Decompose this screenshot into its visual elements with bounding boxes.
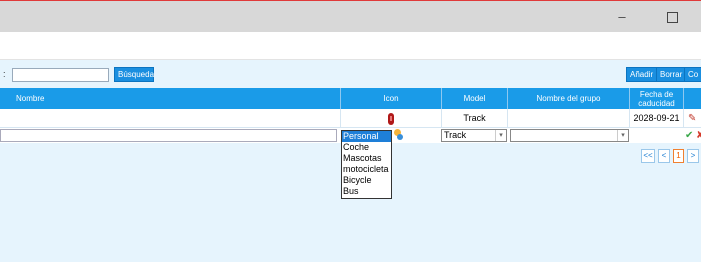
column-header-group[interactable]: Nombre del grupo [508,88,630,109]
dropdown-option-bus[interactable]: Bus [342,186,391,197]
person-icon [388,113,394,125]
table-header: Nombre Icon Model Nombre del grupo Fecha… [0,88,701,109]
nombre-input[interactable] [0,129,337,142]
column-header-model[interactable]: Model [442,88,508,109]
cell-icon [341,109,442,128]
group-select[interactable]: ▾ [510,129,629,142]
model-select[interactable]: Track ▾ [441,129,507,142]
pager-first-button[interactable]: << [641,149,655,163]
dropdown-option-bicycle[interactable]: Bicycle [342,175,391,186]
minimize-button[interactable]: – [612,9,632,25]
chevron-down-icon[interactable]: ▾ [495,130,506,141]
dropdown-option-coche[interactable]: Coche [342,142,391,153]
cell-fecha: 2028-09-21 [630,109,684,128]
delete-button[interactable]: Borrar [656,67,687,82]
chevron-down-icon[interactable]: ▾ [617,130,628,141]
dropdown-option-mascotas[interactable]: Mascotas [342,153,391,164]
column-header-icon[interactable]: Icon [341,88,442,109]
maximize-button[interactable] [662,9,682,25]
column-header-actions [684,88,701,109]
search-label: : [3,69,6,79]
add-button[interactable]: Añadir [626,67,658,82]
window-titlebar: – [0,0,701,32]
cell-nombre [0,109,341,128]
dropdown-option-motocicleta[interactable]: motocicleta [342,164,391,175]
address-bar-area [0,32,701,60]
pager-prev-button[interactable]: < [658,149,670,163]
pager-next-button[interactable]: > [687,149,699,163]
cell-model: Track [442,109,508,128]
model-select-value: Track [444,130,467,140]
cancel-icon[interactable]: ✘ [696,129,701,142]
pager-current-page[interactable]: 1 [673,149,684,163]
dropdown-option-personal[interactable]: Personal [342,131,391,142]
column-header-fecha[interactable]: Fecha de caducidad [630,88,684,109]
column-header-nombre[interactable]: Nombre [0,88,341,109]
main-content: : Búsqueda Añadir Borrar Co Nombre Icon … [0,60,701,262]
cell-group [508,109,630,128]
confirm-icon[interactable]: ✔ [685,129,693,142]
search-input[interactable] [12,68,109,82]
search-button[interactable]: Búsqueda [114,67,154,82]
extra-button[interactable]: Co [684,67,701,82]
edit-icon[interactable]: ✎ [688,113,696,125]
icon-dropdown-list[interactable]: Personal Coche Mascotas motocicleta Bicy… [341,130,392,199]
icon-preview-icon [393,129,403,140]
table-row[interactable]: Track 2028-09-21 ✎ [0,109,701,128]
